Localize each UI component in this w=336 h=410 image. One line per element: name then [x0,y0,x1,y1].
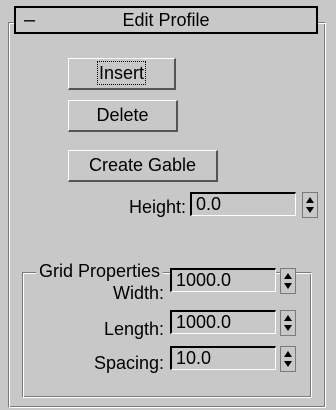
spinner-up-icon[interactable] [306,197,314,203]
delete-button-label: Delete [96,105,149,125]
spinner-down-icon[interactable] [306,207,314,213]
spinner-up-icon[interactable] [284,273,292,279]
length-field[interactable]: 1000.0 [170,310,276,334]
delete-button[interactable]: Delete [68,100,178,132]
height-spinner-icon[interactable] [302,192,318,218]
width-field[interactable]: 1000.0 [170,268,276,292]
spinner-down-icon[interactable] [284,283,292,289]
grid-properties-legend: Grid Properties [36,260,164,282]
rollout-header[interactable]: – Edit Profile [14,6,318,34]
spacing-field[interactable]: 10.0 [170,346,276,370]
edit-profile-panel: – Edit Profile Insert Delete Create Gabl… [0,0,336,410]
rollout-title: Edit Profile [122,10,210,30]
spinner-up-icon[interactable] [284,351,292,357]
insert-button-label: Insert [96,61,147,85]
length-label: Length: [103,319,164,339]
create-gable-button[interactable]: Create Gable [68,150,218,182]
width-spinner-icon[interactable] [280,268,296,294]
insert-button[interactable]: Insert [68,58,176,90]
height-label: Height: [128,197,186,217]
create-gable-button-label: Create Gable [88,155,197,175]
spinner-down-icon[interactable] [284,361,292,367]
width-label: Width: [112,283,164,303]
spacing-spinner-icon[interactable] [280,346,296,372]
length-spinner-icon[interactable] [280,310,296,336]
spinner-up-icon[interactable] [284,315,292,321]
height-field[interactable]: 0.0 [190,192,296,216]
spacing-label: Spacing: [93,353,164,373]
spinner-down-icon[interactable] [284,325,292,331]
